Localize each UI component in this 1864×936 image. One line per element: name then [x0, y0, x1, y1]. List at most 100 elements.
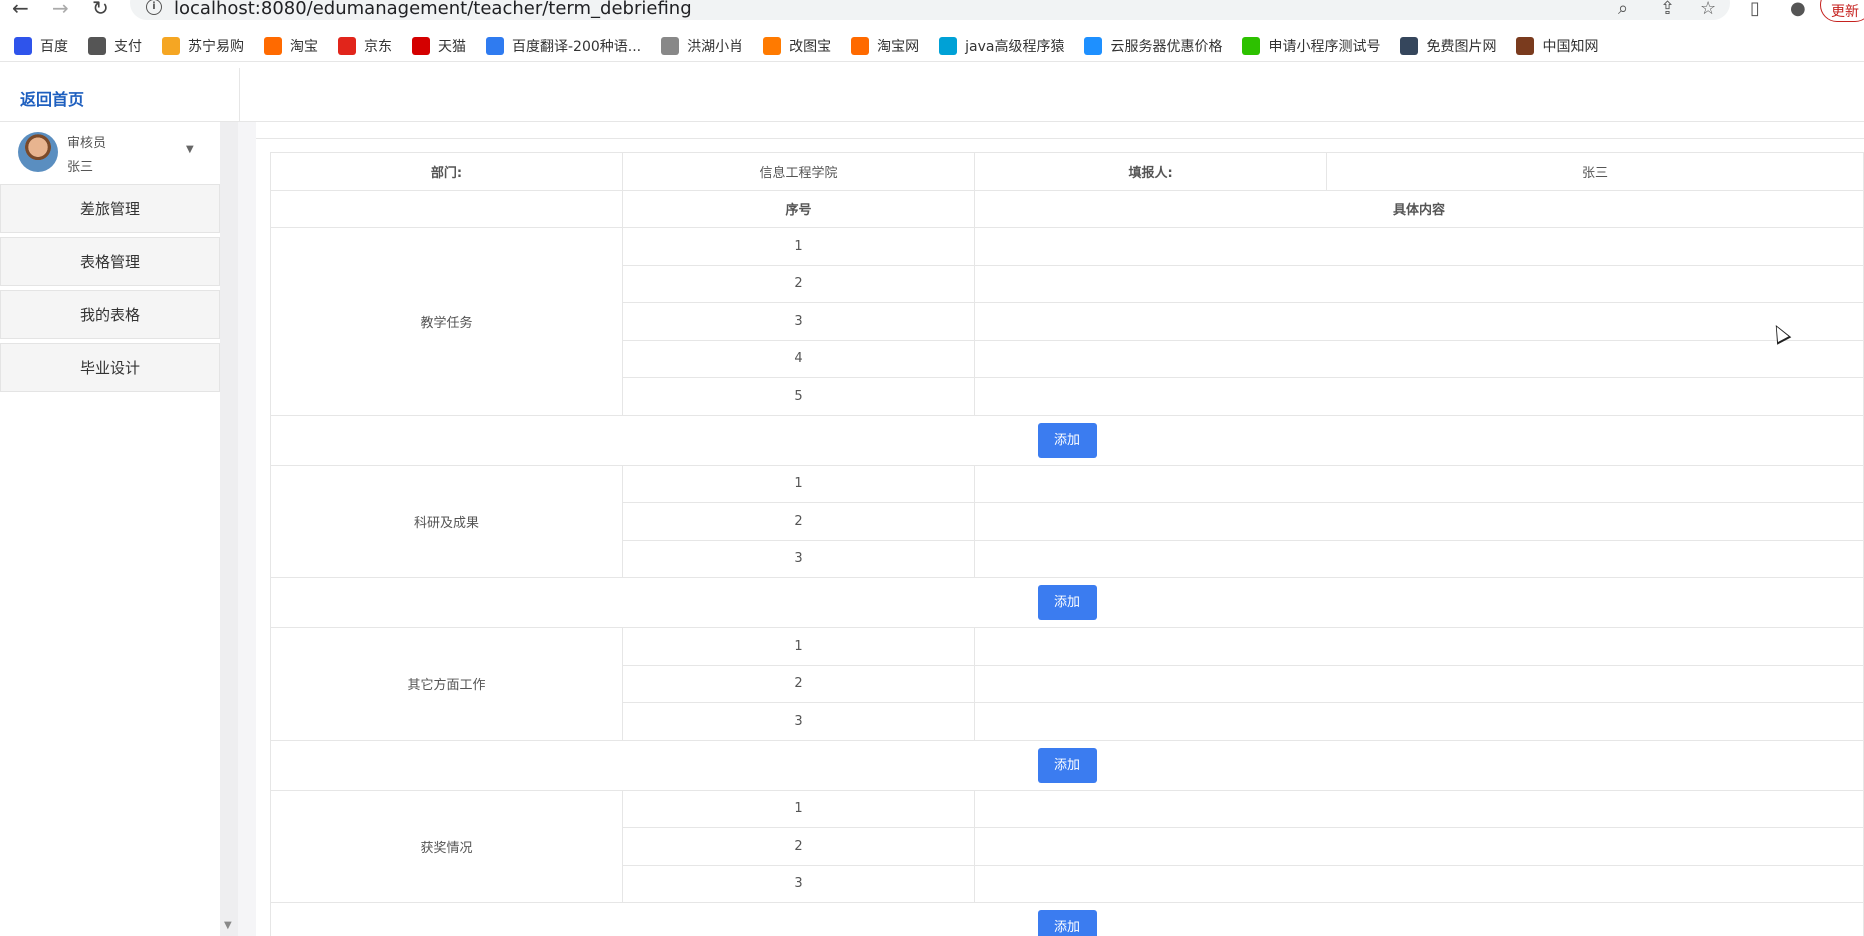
reload-icon[interactable]: ↻: [92, 0, 109, 20]
bookmark-label: 改图宝: [789, 38, 832, 55]
table-row: 科研及成果 1: [269, 464, 1864, 578]
seq-cell: 1: [622, 789, 976, 828]
debriefing-table: 部门: 信息工程学院 填报人: 张三 序号 具体内容 教学任务 1 2 3 4 5 添加 科研…: [269, 152, 1864, 936]
seq-cell: 1: [622, 464, 976, 503]
content-cell[interactable]: [974, 227, 1864, 266]
header-divider: [239, 68, 240, 122]
add-cell: 添加: [270, 902, 1864, 936]
seq-cell: 2: [622, 264, 976, 303]
user-name: 张三: [67, 160, 94, 175]
content-cell[interactable]: [974, 502, 1864, 541]
bookmark-item[interactable]: 百度: [14, 36, 68, 56]
tumblr-icon: [1400, 36, 1419, 55]
bookmark-item[interactable]: 支付: [88, 36, 142, 56]
seq-cell: 4: [622, 339, 976, 378]
content-cell[interactable]: [974, 827, 1864, 866]
user-box[interactable]: 审核员 张三 ▼: [0, 122, 220, 184]
table-row: 教学任务 1: [269, 227, 1864, 416]
dept-value: 信息工程学院: [622, 152, 976, 191]
bookmark-item[interactable]: 淘宝: [264, 36, 318, 56]
table-row: 获奖情况 1: [269, 789, 1864, 903]
add-row: 添加: [270, 577, 1864, 628]
content-cell[interactable]: [974, 627, 1864, 666]
site-info-icon[interactable]: i: [146, 0, 162, 15]
seq-header: 序号: [622, 189, 976, 228]
seq-cell: 2: [622, 827, 976, 866]
filler-label: 填报人:: [974, 152, 1328, 191]
content-cell[interactable]: [974, 464, 1864, 503]
back-icon[interactable]: ←: [12, 0, 29, 20]
add-button[interactable]: 添加: [1037, 422, 1097, 458]
bookmark-label: 申请小程序测试号: [1268, 38, 1381, 55]
seq-cell: 3: [622, 539, 976, 578]
bookmark-item[interactable]: 百度翻译-200种语...: [486, 36, 641, 56]
bookmark-item[interactable]: 淘宝网: [851, 36, 919, 56]
address-bar[interactable]: i localhost:8080/edumanagement/teacher/t…: [130, 0, 1730, 20]
content-cell[interactable]: [974, 302, 1864, 341]
bookmark-item[interactable]: 云服务器优惠价格: [1084, 36, 1222, 56]
suning-icon: [162, 36, 180, 55]
bookmark-item[interactable]: 中国知网: [1516, 36, 1598, 56]
translate-icon: [486, 36, 504, 55]
avatar: [18, 132, 58, 172]
caret-down-icon[interactable]: ▼: [186, 144, 194, 155]
gaitubao-icon: [763, 36, 782, 55]
main-content: 部门: 信息工程学院 填报人: 张三 序号 具体内容 教学任务 1 2 3 4 5 添加 科研…: [256, 122, 1864, 936]
filler-value: 张三: [1326, 152, 1864, 191]
zoom-icon[interactable]: ⌕: [1618, 0, 1628, 19]
table-row: 部门: 信息工程学院 填报人: 张三: [269, 152, 1864, 191]
cloud-icon: [1084, 36, 1103, 55]
sidebar-item[interactable]: 毕业设计: [0, 343, 220, 392]
content-cell[interactable]: [974, 789, 1864, 828]
bookmark-item[interactable]: 京东: [338, 36, 392, 56]
bilibili-icon: [939, 36, 958, 55]
sidebar-item[interactable]: 我的表格: [0, 290, 220, 339]
home-link[interactable]: 返回首页: [20, 86, 84, 110]
baidu-icon: [14, 36, 32, 55]
profile-icon[interactable]: ●: [1790, 0, 1806, 19]
bookmark-item[interactable]: java高级程序猿: [939, 36, 1064, 56]
add-button[interactable]: 添加: [1037, 910, 1097, 936]
bookmark-item[interactable]: 免费图片网: [1400, 36, 1496, 56]
seq-cell: 1: [622, 627, 976, 666]
content-cell[interactable]: [974, 864, 1864, 903]
bookmarks-bar: 百度 支付 苏宁易购 淘宝 京东 天猫 百度翻译-200种语... 洪湖小肖 改图宝 淘宝网 jav…: [0, 30, 1864, 62]
wechat-icon: [1242, 36, 1261, 55]
bookmark-label: 苏宁易购: [188, 38, 244, 55]
bookmark-item[interactable]: 洪湖小肖: [661, 36, 743, 56]
content-cell[interactable]: [974, 377, 1864, 416]
content-cell[interactable]: [974, 539, 1864, 578]
share-icon[interactable]: ⇪: [1660, 0, 1675, 19]
content-cell[interactable]: [974, 664, 1864, 703]
content-cell[interactable]: [974, 702, 1864, 741]
sidebar-item[interactable]: 差旅管理: [0, 184, 220, 233]
cnki-icon: [1516, 36, 1535, 55]
add-button[interactable]: 添加: [1037, 747, 1097, 783]
update-button[interactable]: 更新: [1820, 0, 1864, 22]
sidepanel-icon[interactable]: ▯: [1750, 0, 1760, 19]
user-role: 审核员: [67, 136, 107, 151]
bookmark-label: 淘宝网: [877, 38, 920, 55]
add-button[interactable]: 添加: [1037, 585, 1097, 620]
bookmark-item[interactable]: 苏宁易购: [162, 36, 244, 56]
app-header: 返回首页: [0, 68, 1864, 122]
bookmark-item[interactable]: 天猫: [412, 36, 466, 56]
sidebar-item[interactable]: 表格管理: [0, 237, 220, 286]
dept-label: 部门:: [269, 152, 624, 191]
bookmark-item[interactable]: 改图宝: [763, 36, 831, 56]
taobao-icon: [851, 36, 870, 55]
forward-icon[interactable]: →: [52, 0, 69, 20]
star-icon[interactable]: ☆: [1700, 0, 1716, 19]
scroll-down-icon[interactable]: ▼: [224, 920, 232, 931]
bookmark-label: 百度翻译-200种语...: [512, 38, 642, 55]
seq-cell: 1: [622, 227, 976, 266]
bookmark-item[interactable]: 申请小程序测试号: [1242, 36, 1380, 56]
add-row: 添加: [270, 414, 1864, 466]
bookmark-label: 云服务器优惠价格: [1110, 38, 1223, 55]
table-row: 序号 具体内容: [269, 189, 1864, 228]
jd-icon: [338, 36, 356, 55]
content-cell[interactable]: [974, 264, 1864, 303]
section-name: 其它方面工作: [269, 627, 624, 741]
bookmark-label: 京东: [364, 38, 392, 55]
content-cell[interactable]: [974, 339, 1864, 378]
